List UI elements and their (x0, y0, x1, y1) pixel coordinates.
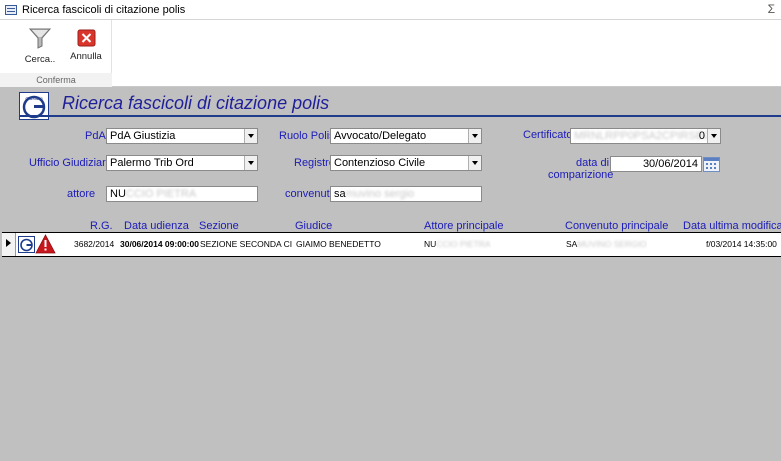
column-header-giudice: Giudice (295, 220, 333, 232)
chevron-down-icon[interactable] (468, 129, 481, 143)
table-bottom-border (2, 256, 781, 257)
ribbon-group-label: Conferma (0, 73, 112, 87)
ribbon: Cerca.. Annulla Conferma (0, 20, 781, 87)
window-titlebar: Ricerca fascicoli di citazione polis Σ (0, 0, 781, 20)
chevron-down-icon[interactable] (244, 129, 257, 143)
record-selector[interactable] (2, 233, 16, 256)
column-header-sezione: Sezione (199, 220, 239, 232)
column-header-convenuto: Convenuto principale (565, 220, 669, 232)
logo-text: Giustizia (25, 96, 43, 101)
column-header-ultima-modifica: Data ultima modifica (683, 220, 781, 232)
row-convenuto: SAMUVINO SERGIO (566, 239, 647, 249)
certificato-value: MRNLRPP0PSA2CPIRSE0 (574, 130, 710, 142)
attore-value-redacted: CCIO PIETRA (125, 188, 197, 200)
cancel-button[interactable]: Annulla (64, 26, 108, 68)
certificato-value-end: 0 (698, 130, 705, 142)
row-data-udienza: 30/06/2014 09:00:00 (120, 239, 199, 249)
pda-label: PdA (85, 130, 106, 142)
row-sezione: SEZIONE SECONDA CIVIL (200, 239, 292, 249)
ribbon-group-conferma: Cerca.. Annulla Conferma (0, 20, 112, 87)
registro-select[interactable]: Contenzioso Civile (330, 155, 482, 171)
certificato-select[interactable]: MRNLRPP0PSA2CPIRSE0 0 (570, 128, 721, 144)
column-header-data-udienza: Data udienza (124, 220, 189, 232)
registro-label: Registro (294, 157, 335, 169)
row-rg: 3682/2014 (74, 239, 115, 249)
certificato-label: Certificato (523, 129, 573, 141)
ufficio-value: Palermo Trib Ord (110, 157, 194, 169)
row-convenuto-redacted: MUVINO SERGIO (577, 239, 647, 249)
pda-select[interactable]: PdA Giustizia (106, 128, 258, 144)
convenuto-input[interactable]: samuvino sergio (330, 186, 482, 202)
cancel-button-label: Annulla (70, 51, 102, 62)
sigma-icon: Σ (767, 2, 775, 16)
row-ultima-modifica: f/03/2014 14:35:00 (706, 239, 777, 249)
form-icon (5, 5, 17, 15)
attore-input[interactable]: NUCCIO PIETRA (106, 186, 258, 202)
chevron-down-icon[interactable] (468, 156, 481, 170)
table-row[interactable]: 3682/2014 30/06/2014 09:00:00 SEZIONE SE… (2, 233, 781, 256)
convenuto-value: sa (334, 188, 346, 200)
ufficio-label: Ufficio Giudiziario (29, 157, 115, 169)
row-attore-redacted: CCIO PIETRA (436, 239, 491, 249)
row-giudice: GIAIMO BENEDETTO (296, 239, 381, 249)
row-convenuto-value: SA (566, 239, 578, 249)
column-header-attore: Attore principale (424, 220, 504, 232)
convenuto-label: convenuto (285, 188, 336, 200)
data-comparizione-value: 30/06/2014 (642, 158, 698, 170)
chevron-down-icon[interactable] (244, 156, 257, 170)
row-attore-value: NU (424, 239, 437, 249)
attore-label: attore (67, 188, 96, 200)
ruolo-select[interactable]: Avvocato/Delegato (330, 128, 482, 144)
header-divider (19, 115, 781, 117)
registro-value: Contenzioso Civile (334, 157, 426, 169)
giustizia-row-icon[interactable] (18, 236, 35, 253)
ufficio-select[interactable]: Palermo Trib Ord (106, 155, 258, 171)
ruolo-value: Avvocato/Delegato (334, 130, 427, 142)
ruolo-label: Ruolo Polis (279, 130, 335, 142)
attore-value: NU (110, 188, 126, 200)
convenuto-value-redacted: muvino sergio (345, 188, 415, 200)
chevron-down-icon[interactable] (707, 129, 720, 143)
warning-icon[interactable] (35, 234, 56, 254)
close-icon (77, 29, 96, 47)
data-comparizione-input[interactable]: 30/06/2014 (610, 156, 702, 172)
search-button-label: Cerca.. (24, 54, 56, 65)
form-title: Ricerca fascicoli di citazione polis (62, 93, 330, 113)
search-button[interactable]: Cerca.. (18, 26, 62, 68)
window-title: Ricerca fascicoli di citazione polis (22, 4, 186, 16)
form-header: Giustizia Ricerca fascicoli di citazione… (0, 88, 781, 122)
data-label-line1: data di (576, 157, 610, 169)
column-header-rg: R.G. (90, 220, 113, 232)
data-label-line2: comparizione (548, 169, 614, 181)
pda-value: PdA Giustizia (110, 130, 176, 142)
row-attore: NUCCIO PIETRA (424, 239, 491, 249)
calendar-icon[interactable] (703, 157, 720, 172)
funnel-icon (28, 28, 52, 49)
